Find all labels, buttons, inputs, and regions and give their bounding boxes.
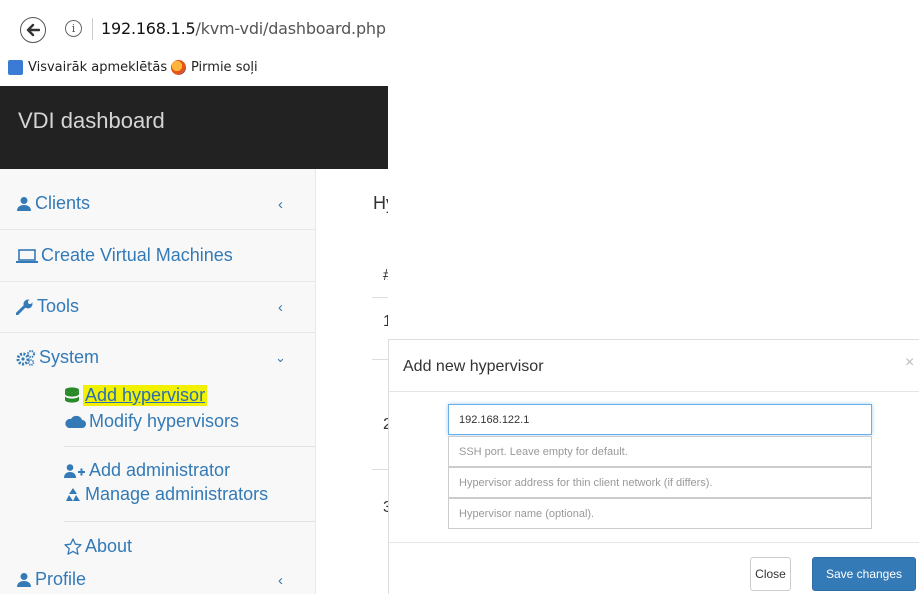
hypervisor-name-field[interactable] (448, 498, 872, 529)
sidebar-item-label: Clients (35, 193, 91, 213)
nav-divider (0, 229, 316, 230)
sidebar-subitem-manage-administrators[interactable]: Manage administrators (64, 484, 268, 505)
nav-divider (0, 281, 316, 282)
chevron-left-icon[interactable]: ‹ (278, 196, 283, 213)
cogs-icon (16, 349, 35, 366)
cloud-icon (65, 415, 86, 428)
sidebar-item-label: Modify hypervisors (89, 411, 240, 431)
bookmark-label: Visvairāk apmeklētās (28, 60, 168, 75)
modal-header-divider (389, 391, 919, 392)
back-button[interactable] (20, 17, 46, 43)
sidebar-subitem-add-administrator[interactable]: Add administrator (64, 460, 230, 481)
close-button[interactable]: Close (750, 557, 791, 591)
url-bar: i 192.168.1.5/kvm-vdi/dashboard.php (0, 0, 388, 50)
chevron-left-icon[interactable]: ‹ (278, 572, 283, 589)
user-plus-icon (64, 463, 85, 478)
save-changes-button[interactable]: Save changes (812, 557, 916, 591)
sidebar-item-label: Create Virtual Machines (41, 245, 233, 265)
sidebar-item-label: Manage administrators (85, 484, 269, 504)
sidebar-subitem-about[interactable]: About (64, 536, 132, 557)
table-cell-id: 1 (383, 313, 388, 330)
hypervisor-ip-field[interactable] (448, 404, 872, 435)
recycle-icon (66, 487, 80, 501)
add-hypervisor-modal: Add new hypervisor × Close Save changes (388, 339, 919, 594)
user-icon (17, 196, 31, 211)
add-hypervisor-link[interactable]: Add hypervisor (83, 385, 208, 406)
back-arrow-icon (26, 23, 40, 37)
info-icon[interactable]: i (65, 20, 82, 37)
address-field[interactable]: 192.168.1.5/kvm-vdi/dashboard.php (101, 19, 386, 38)
url-host: 192.168.1.5 (101, 19, 196, 38)
nav-divider (0, 332, 316, 333)
sidebar-item-profile[interactable]: Profile (16, 569, 86, 590)
laptop-icon (16, 248, 38, 263)
sidebar-item-label: Add administrator (89, 460, 231, 480)
sidebar-item-label: System (39, 347, 100, 367)
table-divider (372, 359, 388, 360)
sidebar-item-label: Profile (35, 569, 87, 589)
nav-divider (64, 521, 316, 522)
brand-title[interactable]: VDI dashboard (18, 108, 165, 134)
sidebar-subitem-modify-hypervisors[interactable]: Modify hypervisors (64, 411, 239, 432)
sidebar: Clients ‹ Create Virtual Machines Tools … (0, 169, 316, 594)
sidebar-item-clients[interactable]: Clients (16, 193, 90, 214)
modal-title: Add new hypervisor (403, 358, 544, 375)
modal-footer-divider (389, 542, 919, 543)
table-divider (372, 297, 388, 298)
sidebar-item-label: About (85, 536, 133, 556)
sidebar-item-system[interactable]: System (16, 347, 99, 368)
close-icon[interactable]: × (905, 354, 914, 372)
main-content: Hy # 1 2 3 (316, 169, 388, 594)
chevron-left-icon[interactable]: ‹ (278, 299, 283, 316)
firefox-icon (171, 60, 186, 75)
bookmark-label: Pirmie soļi (191, 60, 258, 75)
star-icon (64, 538, 82, 555)
url-path: /kvm-vdi/dashboard.php (195, 19, 386, 38)
sidebar-item-create-vms[interactable]: Create Virtual Machines (16, 245, 233, 266)
app-navbar: VDI dashboard (0, 86, 388, 169)
sidebar-item-label: Tools (37, 296, 80, 316)
table-header-hash: # (383, 267, 388, 285)
page-heading: Hy (373, 193, 388, 213)
url-divider (92, 18, 93, 40)
ssh-port-field[interactable] (448, 436, 872, 467)
sidebar-item-tools[interactable]: Tools (16, 296, 79, 317)
most-visited-icon (8, 60, 23, 75)
table-divider (372, 469, 388, 470)
database-icon (65, 386, 79, 403)
bookmark-getting-started[interactable]: Pirmie soļi (171, 60, 258, 75)
thin-client-address-field[interactable] (448, 467, 872, 498)
wrench-icon (16, 299, 33, 315)
chevron-down-icon[interactable]: ⌄ (275, 350, 286, 366)
nav-divider (64, 446, 316, 447)
bookmarks-bar: Visvairāk apmeklētās Pirmie soļi (0, 50, 388, 86)
bookmark-most-visited[interactable]: Visvairāk apmeklētās (8, 60, 167, 75)
sidebar-subitem-add-hypervisor[interactable]: Add hypervisor (64, 385, 208, 406)
user-icon (17, 572, 31, 587)
